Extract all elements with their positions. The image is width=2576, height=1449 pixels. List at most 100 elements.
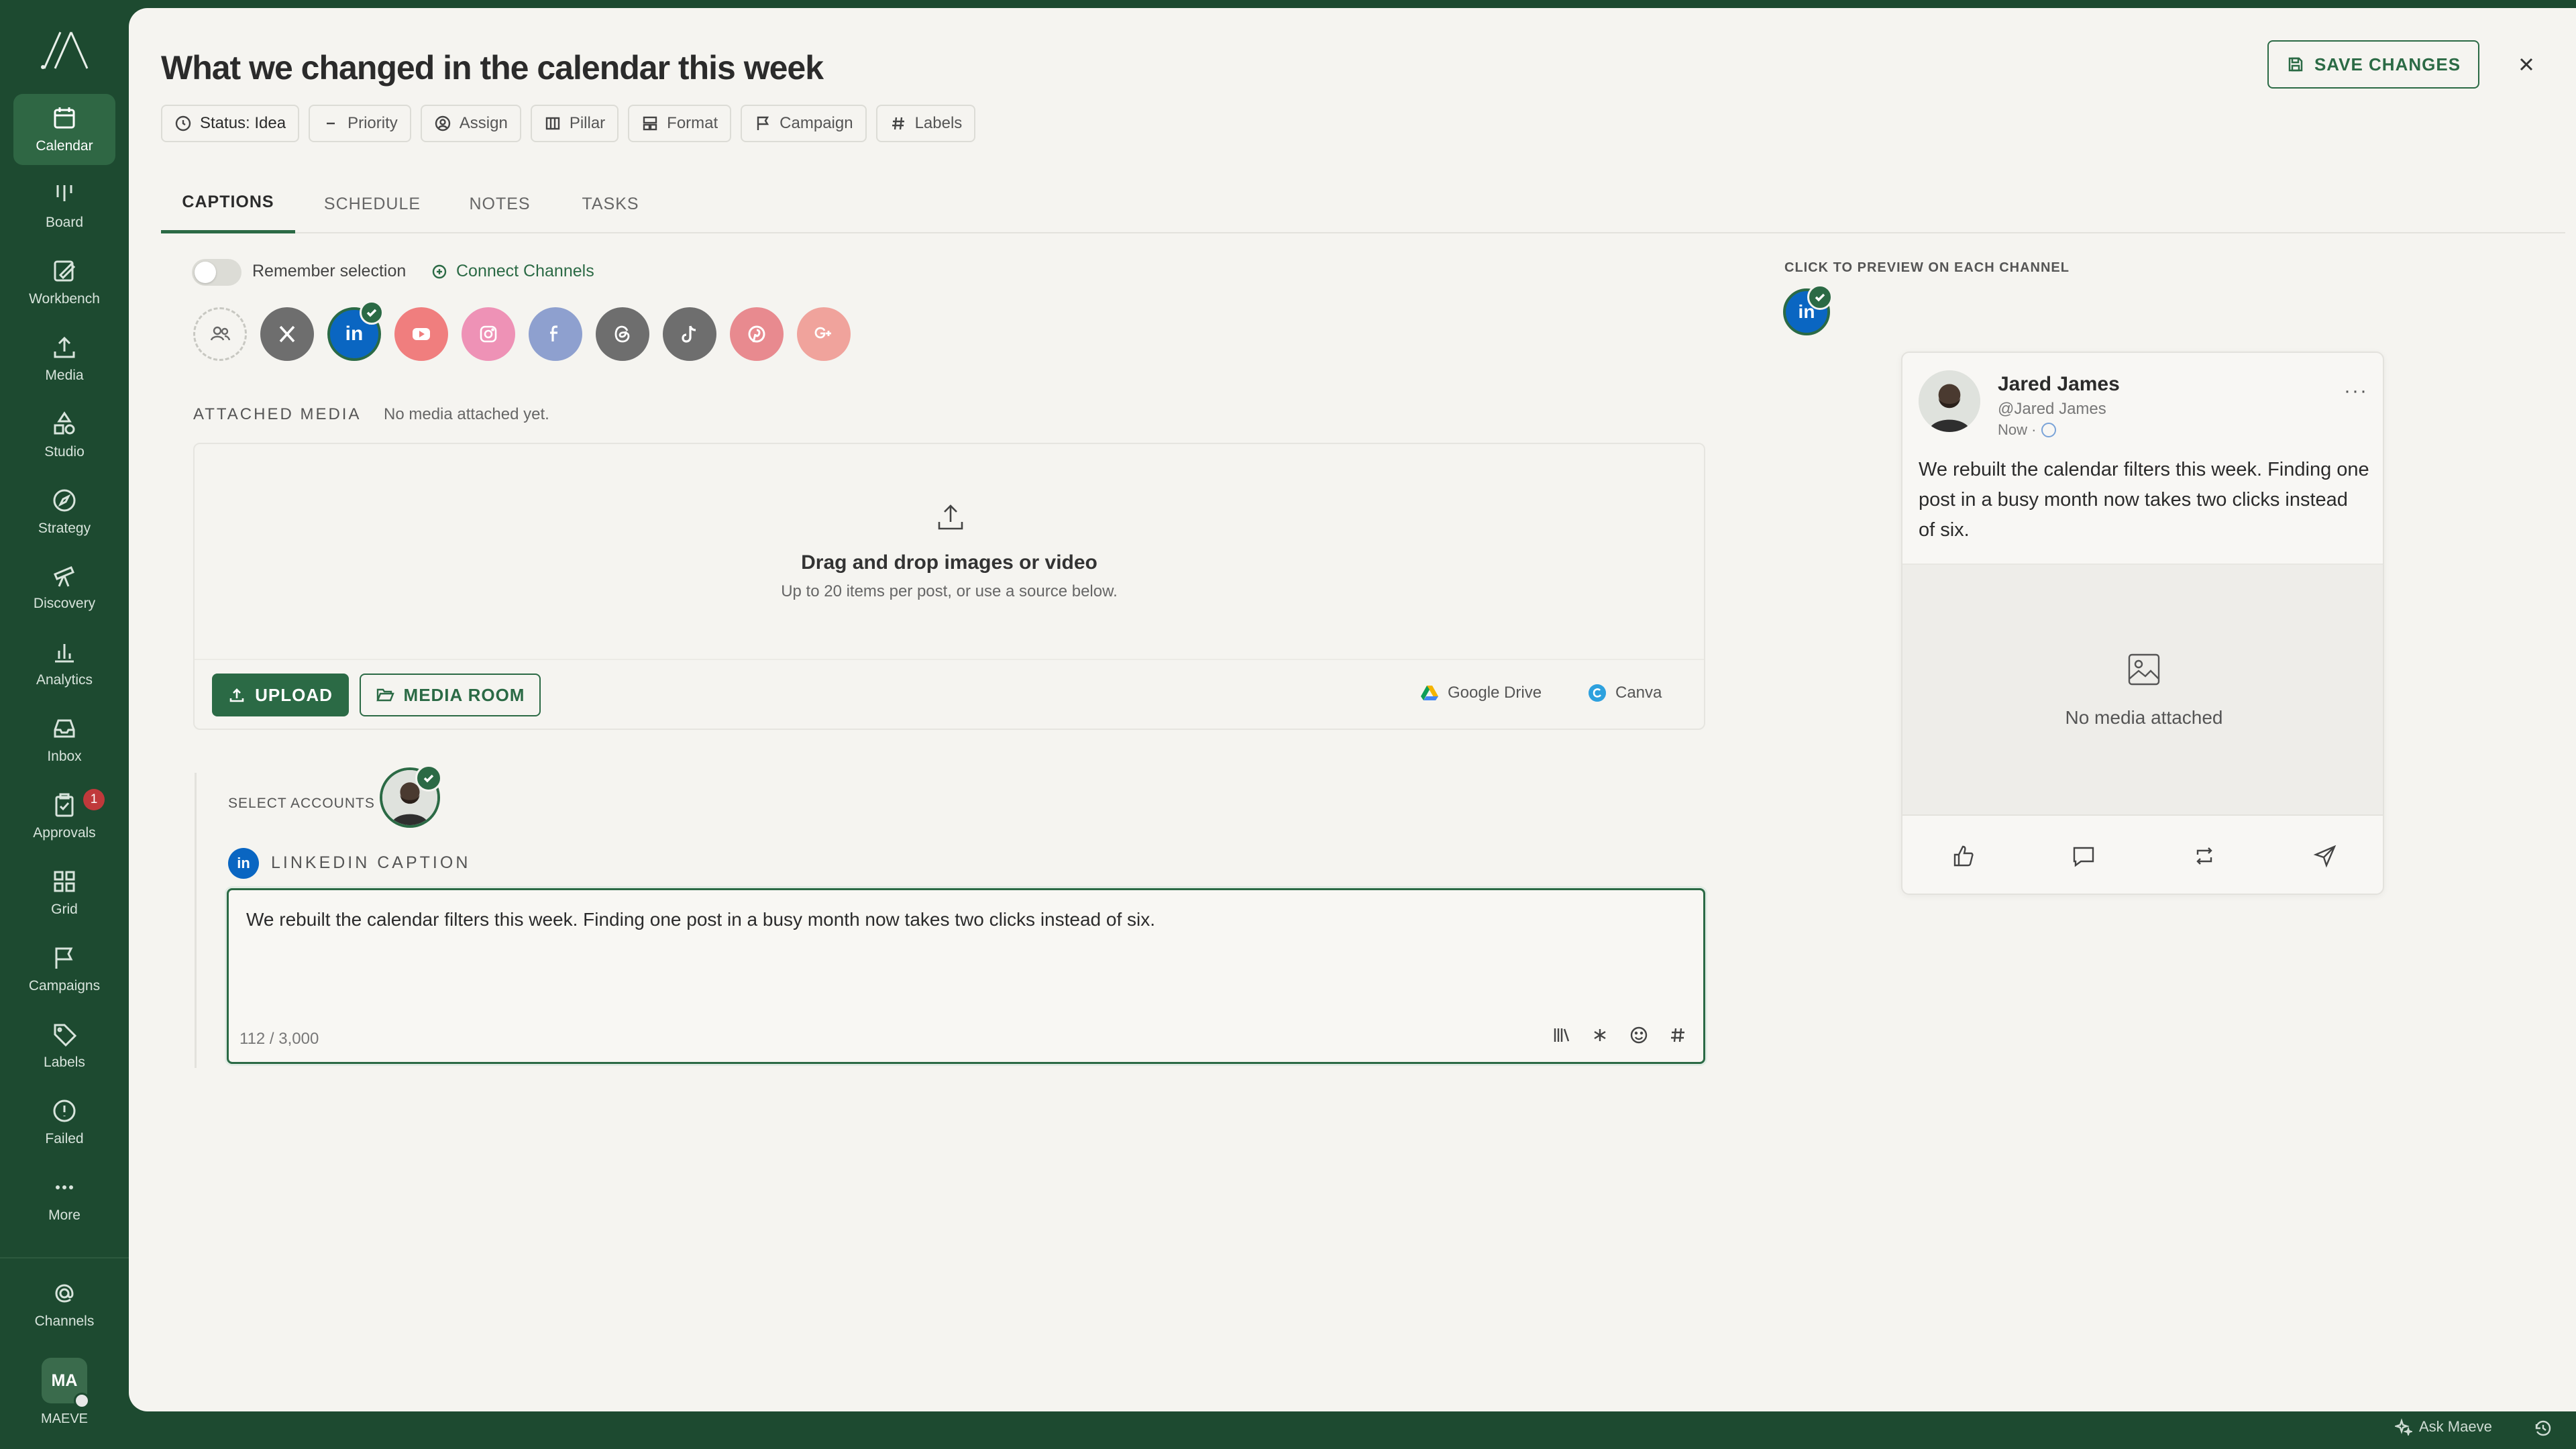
sidebar-item-failed[interactable]: Failed <box>13 1087 115 1158</box>
sidebar-item-board[interactable]: Board <box>13 170 115 241</box>
layout-icon <box>643 116 657 131</box>
caption-text[interactable]: We rebuilt the calendar filters this wee… <box>246 909 1155 930</box>
channel-pinterest[interactable] <box>730 307 784 361</box>
tab-tasks[interactable]: TASKS <box>557 174 664 233</box>
priority-chip[interactable]: Priority <box>309 105 411 142</box>
linkedin-caption-label: LINKEDIN CAPTION <box>271 853 471 872</box>
sidebar-item-grid[interactable]: Grid <box>13 857 115 928</box>
repost-icon <box>2196 847 2212 865</box>
sidebar-item-inbox[interactable]: Inbox <box>13 704 115 775</box>
pillar-chip[interactable]: Pillar <box>530 105 619 142</box>
sidebar-item-label: Analytics <box>36 672 93 688</box>
canva-icon <box>1589 684 1606 702</box>
minus-icon <box>327 122 335 125</box>
grid-icon <box>54 871 75 892</box>
channel-x[interactable] <box>260 307 314 361</box>
send-icon <box>2313 845 2337 868</box>
channel-threads[interactable] <box>596 307 649 361</box>
sidebar-item-analytics[interactable]: Analytics <box>13 628 115 699</box>
remember-selection-label: Remember selection <box>252 262 407 280</box>
save-icon <box>2288 57 2303 72</box>
check-icon <box>366 309 377 317</box>
preview-channel-check <box>1807 284 1833 310</box>
sidebar-item-label: More <box>48 1208 80 1223</box>
sidebar-item-labels[interactable]: Labels <box>13 1010 115 1081</box>
sidebar-item-label: Inbox <box>47 749 82 764</box>
sidebar-item-studio[interactable]: Studio <box>13 400 115 471</box>
canva-source[interactable]: Canva <box>1587 683 1662 703</box>
upload-button[interactable]: UPLOAD <box>212 674 349 716</box>
sidebar-item-workbench[interactable]: Workbench <box>13 247 115 318</box>
clock-icon <box>175 115 191 131</box>
close-button[interactable] <box>2510 48 2542 80</box>
media-dropzone[interactable]: Drag and drop images or video Up to 20 i… <box>193 443 1705 730</box>
channel-google-plus[interactable] <box>797 307 851 361</box>
format-chip[interactable]: Format <box>628 105 732 142</box>
connect-channels-link[interactable]: Connect Channels <box>431 262 594 281</box>
instagram-icon <box>480 325 497 343</box>
calendar-icon <box>54 107 75 129</box>
more-options-icon[interactable]: ··· <box>2344 380 2368 402</box>
google-drive-label: Google Drive <box>1448 684 1542 702</box>
connect-channels-label: Connect Channels <box>456 262 594 280</box>
check-icon <box>1815 293 1825 302</box>
sidebar-item-media[interactable]: Media <box>13 323 115 394</box>
sidebar-item-calendar[interactable]: Calendar <box>13 94 115 165</box>
sidebar-item-channels[interactable]: Channels <box>13 1269 115 1340</box>
sidebar-item-approvals[interactable]: Approvals 1 <box>13 781 115 852</box>
save-changes-button[interactable]: SAVE CHANGES <box>2267 40 2479 89</box>
post-attribute-chips: Status: Idea Priority Assign Pillar Form… <box>161 105 976 142</box>
media-room-button[interactable]: MEDIA ROOM <box>360 674 541 716</box>
hash-icon <box>892 117 904 130</box>
channel-youtube[interactable] <box>394 307 448 361</box>
sidebar-item-more[interactable]: More <box>13 1163 115 1234</box>
emoji-icon[interactable] <box>1628 1024 1650 1046</box>
app-logo[interactable] <box>40 31 89 70</box>
sidebar-item-label: Approvals <box>33 825 96 841</box>
post-editor-panel: What we changed in the calendar this wee… <box>129 8 2576 1411</box>
ask-maeve-button[interactable]: Ask Maeve <box>2395 1418 2492 1436</box>
sidebar-item-label: Failed <box>45 1131 84 1146</box>
sidebar-item-discovery[interactable]: Discovery <box>13 551 115 623</box>
dropzone-title: Drag and drop images or video <box>801 551 1097 574</box>
editor-tabs: CAPTIONS SCHEDULE NOTES TASKS <box>161 174 2565 233</box>
channel-facebook[interactable] <box>529 307 582 361</box>
youtube-icon <box>413 328 430 340</box>
library-icon[interactable] <box>1550 1024 1572 1046</box>
linkedin-selected-check <box>360 301 384 325</box>
channel-instagram[interactable] <box>462 307 515 361</box>
tab-schedule[interactable]: SCHEDULE <box>309 174 436 233</box>
asterisk-icon[interactable] <box>1589 1024 1611 1046</box>
ask-maeve-label: Ask Maeve <box>2419 1418 2492 1435</box>
google-drive-icon <box>1421 686 1438 700</box>
caption-editor[interactable]: We rebuilt the calendar filters this wee… <box>227 888 1705 1064</box>
linkedin-icon: in <box>345 323 364 345</box>
threads-icon <box>614 325 630 343</box>
tiktok-icon <box>682 325 696 343</box>
labels-chip[interactable]: Labels <box>875 105 976 142</box>
assign-chip[interactable]: Assign <box>420 105 521 142</box>
preview-author-name: Jared James <box>1998 373 2120 395</box>
history-icon[interactable] <box>2533 1418 2553 1442</box>
format-chip-label: Format <box>667 114 718 132</box>
users-icon <box>210 326 231 341</box>
channel-group-selector[interactable] <box>193 307 247 361</box>
pillar-chip-label: Pillar <box>569 114 606 132</box>
status-chip[interactable]: Status: Idea <box>161 105 300 142</box>
tab-captions[interactable]: CAPTIONS <box>161 174 295 233</box>
campaign-chip[interactable]: Campaign <box>741 105 867 142</box>
preview-actions <box>1902 814 2383 894</box>
preview-time-text: Now · <box>1998 421 2037 438</box>
workbench-icon <box>54 260 76 282</box>
hashtag-icon[interactable] <box>1667 1024 1688 1046</box>
telescope-icon <box>54 566 74 587</box>
channel-tiktok[interactable] <box>663 307 716 361</box>
sidebar-item-campaigns[interactable]: Campaigns <box>13 934 115 1005</box>
user-name: MAEVE <box>40 1411 89 1426</box>
sidebar-item-strategy[interactable]: Strategy <box>13 476 115 547</box>
accounts-section-rule <box>195 773 197 1068</box>
google-drive-source[interactable]: Google Drive <box>1419 683 1542 703</box>
remember-selection-toggle[interactable] <box>192 259 241 286</box>
tab-notes[interactable]: NOTES <box>443 174 557 233</box>
approvals-count-badge: 1 <box>83 789 105 810</box>
